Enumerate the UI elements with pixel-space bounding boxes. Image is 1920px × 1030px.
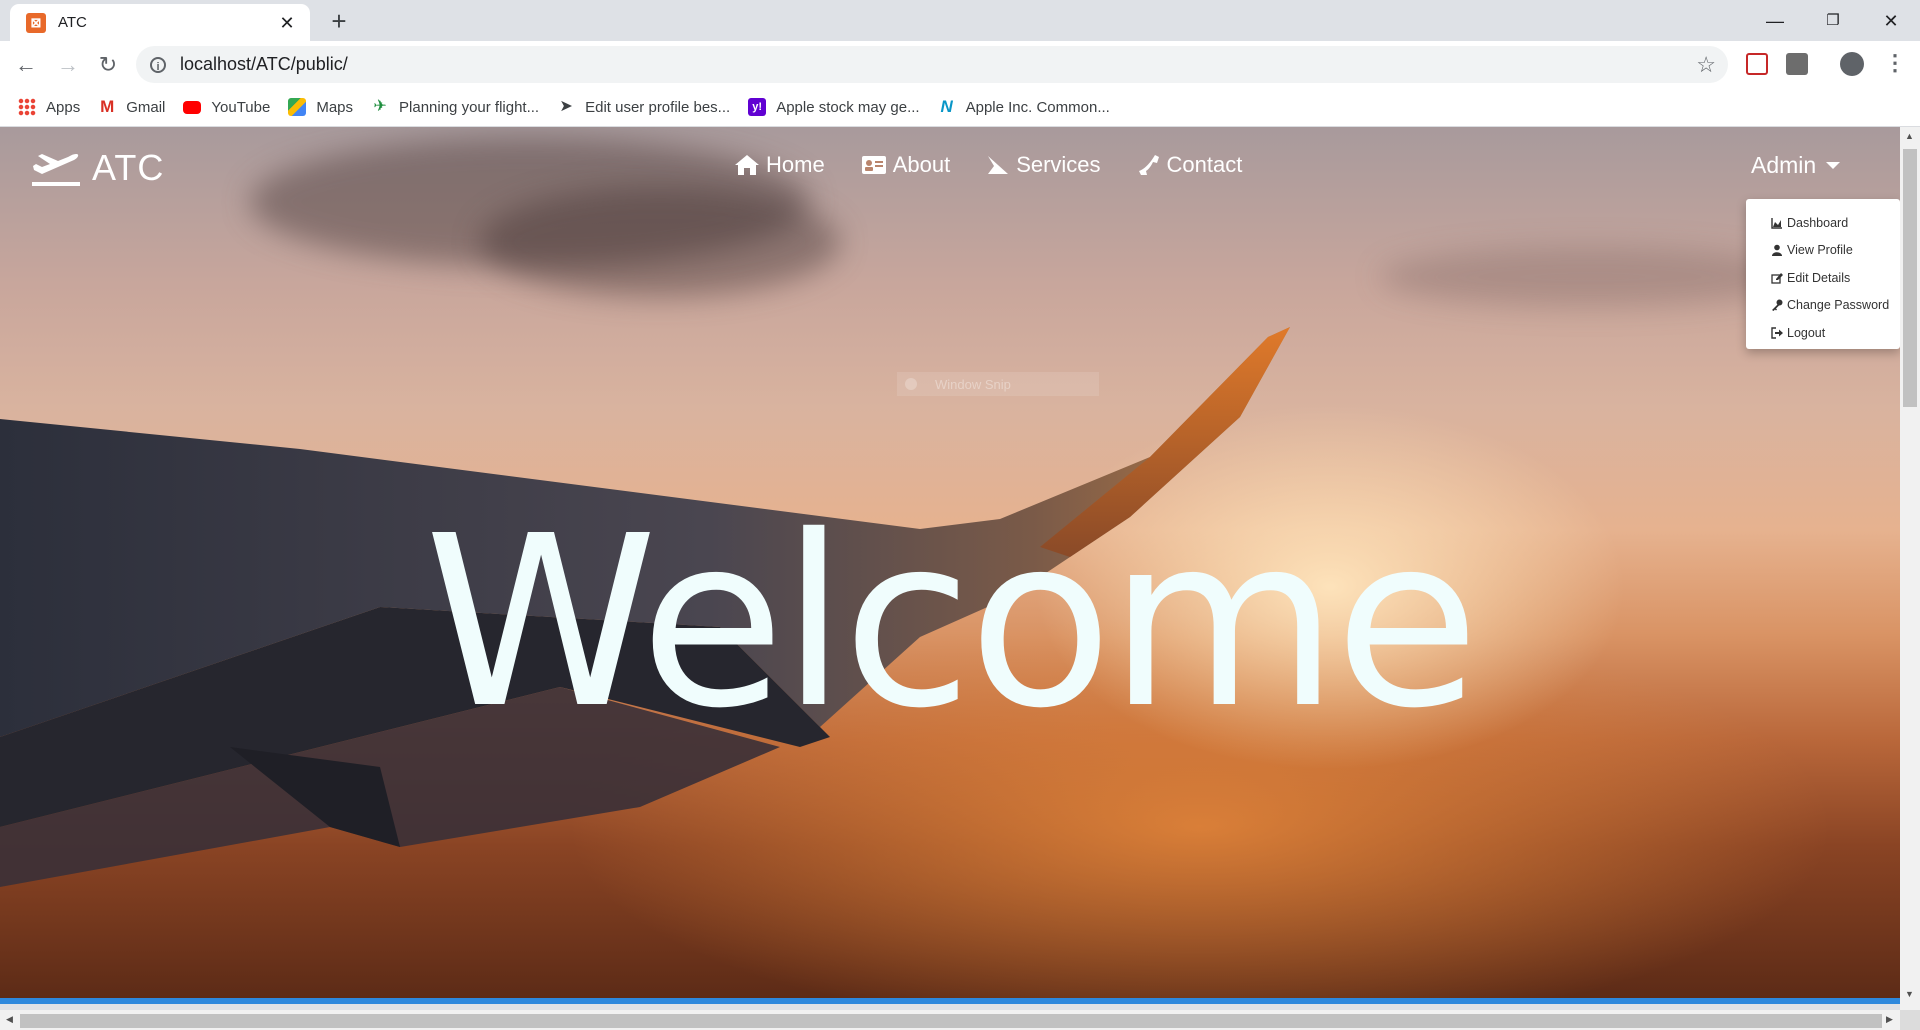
menu-item-edit-details[interactable]: Edit Details — [1746, 264, 1900, 292]
menu-item-change-password[interactable]: Change Password — [1746, 292, 1900, 320]
admin-dropdown-menu: Dashboard View Profile Edit Details Chan… — [1746, 199, 1900, 349]
bookmark-label: Gmail — [126, 98, 166, 116]
browser-menu-icon[interactable]: ⋮ — [1884, 49, 1906, 77]
nasdaq-icon: N — [940, 97, 953, 116]
nav-services-label: Services — [1016, 152, 1101, 177]
snip-label: Window Snip — [935, 376, 1011, 392]
scroll-right-arrow-icon[interactable]: ▶ — [1886, 1014, 1893, 1025]
brand-name: ATC — [92, 147, 165, 188]
menu-item-label: Dashboard — [1787, 215, 1849, 230]
menu-item-logout[interactable]: Logout — [1746, 319, 1900, 347]
restore-window-icon[interactable]: ❐ — [1810, 6, 1856, 36]
reload-icon[interactable]: ↻ — [94, 51, 122, 79]
browser-toolbar: ← → ↻ i localhost/ATC/public/ ☆ ⋮ — [0, 41, 1920, 88]
bookmark-label: Planning your flight... — [399, 98, 540, 116]
bookmark-apple-inc[interactable]: N Apple Inc. Common... — [938, 97, 1110, 116]
send-icon: ➤ — [559, 98, 573, 115]
bookmark-maps[interactable]: Maps — [288, 98, 353, 116]
address-card-icon — [861, 156, 886, 174]
flight-icon: ✈ — [373, 98, 387, 115]
home-icon — [735, 155, 759, 175]
vertical-scroll-thumb[interactable] — [1903, 149, 1917, 407]
admin-dropdown-toggle[interactable]: Admin — [1751, 152, 1841, 179]
window-snip-overlay: Window Snip — [897, 372, 1099, 396]
menu-item-view-profile[interactable]: View Profile — [1746, 237, 1900, 265]
key-icon — [1772, 299, 1783, 312]
bookmark-apple-stock[interactable]: y! Apple stock may ge... — [748, 98, 920, 116]
menu-item-label: Change Password — [1787, 298, 1890, 313]
menu-item-label: View Profile — [1787, 243, 1853, 258]
brand-link[interactable]: ATC — [30, 147, 164, 189]
sign-out-icon — [1771, 327, 1783, 339]
minimize-window-icon[interactable]: — — [1752, 6, 1798, 36]
bookmark-label: Maps — [316, 98, 354, 116]
nav-services-link[interactable]: Services — [986, 152, 1101, 178]
vertical-scrollbar[interactable]: ▲ ▼ — [1900, 127, 1920, 1010]
bookmark-gmail[interactable]: M Gmail — [98, 98, 165, 116]
nav-home-label: Home — [766, 152, 825, 177]
profile-avatar-icon[interactable] — [1840, 52, 1864, 76]
url-text[interactable]: localhost/ATC/public/ — [180, 54, 348, 75]
horizontal-scrollbar[interactable]: ◀ ▶ — [0, 1010, 1900, 1030]
info-extension-icon[interactable] — [1786, 53, 1808, 75]
menu-item-label: Edit Details — [1787, 270, 1851, 285]
bookmark-label: Apple Inc. Common... — [965, 98, 1110, 116]
bookmark-edit-user-profile[interactable]: ➤ Edit user profile bes... — [557, 98, 730, 116]
paper-plane-icon — [988, 156, 1009, 174]
yahoo-icon: y! — [748, 98, 767, 116]
site-info-icon[interactable]: i — [150, 56, 166, 73]
back-arrow-icon[interactable]: ← — [12, 51, 40, 79]
horizontal-scroll-thumb[interactable] — [20, 1014, 1882, 1028]
new-tab-button[interactable]: + — [326, 8, 352, 35]
forward-arrow-icon[interactable]: → — [54, 51, 82, 79]
bookmark-label: Apps — [46, 98, 81, 116]
bookmark-planning-flight[interactable]: ✈ Planning your flight... — [371, 98, 539, 116]
bookmark-label: Edit user profile bes... — [585, 98, 731, 116]
area-chart-icon — [1771, 217, 1782, 229]
scroll-up-arrow-icon[interactable]: ▲ — [1905, 131, 1914, 141]
close-tab-icon[interactable]: ✕ — [276, 12, 298, 34]
nav-about-label: About — [892, 152, 951, 177]
nav-about-link[interactable]: About — [861, 152, 951, 178]
hero-welcome-heading: Welcome — [424, 485, 1480, 760]
site-navbar: ATC Home About Services Contact Admin — [0, 127, 1900, 207]
bookmark-youtube[interactable]: YouTube — [183, 99, 270, 116]
bookmark-star-icon[interactable]: ☆ — [1696, 52, 1716, 78]
menu-item-label: Logout — [1787, 325, 1826, 340]
bookmarks-bar: Apps M Gmail YouTube Maps ✈ Planning you… — [0, 88, 1920, 127]
plane-departure-icon — [32, 154, 80, 186]
bookmark-label: YouTube — [211, 98, 271, 116]
user-icon — [1772, 244, 1782, 257]
phone-icon — [1138, 155, 1159, 175]
xampp-favicon-icon: ⊠ — [26, 12, 46, 33]
page-viewport: ATC Home About Services Contact Admin Da… — [0, 127, 1900, 1004]
page-bottom-bar — [0, 998, 1900, 1004]
browser-tab-atc[interactable]: ⊠ ATC ✕ — [10, 4, 310, 41]
caret-down-icon — [1826, 162, 1841, 169]
scrollbar-corner — [1900, 1010, 1920, 1030]
bookmark-apps[interactable]: Apps — [18, 98, 80, 116]
address-bar[interactable]: i localhost/ATC/public/ ☆ — [136, 46, 1728, 83]
nav-home-link[interactable]: Home — [734, 152, 825, 178]
edit-icon — [1771, 272, 1783, 284]
maps-icon — [288, 98, 307, 116]
nav-contact-label: Contact — [1166, 152, 1243, 177]
scroll-left-arrow-icon[interactable]: ◀ — [6, 1014, 13, 1025]
snip-icon — [905, 378, 917, 390]
mcafee-extension-icon[interactable] — [1746, 53, 1768, 75]
browser-tabstrip: ⊠ ATC ✕ + — ❐ ✕ — [0, 0, 1920, 41]
close-window-icon[interactable]: ✕ — [1868, 6, 1914, 36]
nav-contact-link[interactable]: Contact — [1137, 152, 1243, 178]
youtube-icon — [183, 100, 202, 114]
menu-item-dashboard[interactable]: Dashboard — [1746, 209, 1900, 237]
tab-title: ATC — [58, 14, 87, 31]
admin-label: Admin — [1751, 152, 1817, 178]
apps-grid-icon — [18, 98, 36, 116]
bookmark-label: Apple stock may ge... — [776, 98, 920, 116]
scroll-down-arrow-icon[interactable]: ▼ — [1905, 989, 1914, 999]
gmail-icon: M — [100, 97, 115, 116]
main-nav: Home About Services Contact — [734, 152, 1278, 178]
